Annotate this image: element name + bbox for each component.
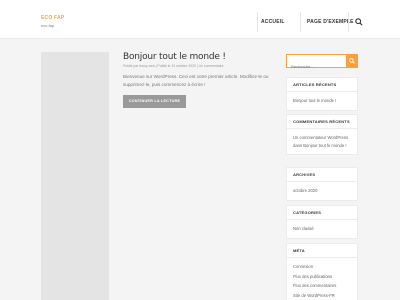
site-title[interactable]: ECO FAP (41, 15, 64, 21)
widget-meta: MÉTA Connexion Flux des publications Flu… (286, 243, 358, 300)
list-item[interactable]: Non classé (293, 225, 351, 233)
widget-title: MÉTA (287, 244, 357, 258)
search-button[interactable] (346, 54, 358, 68)
nav-item-accueil[interactable]: ACCUEIL (261, 19, 285, 25)
featured-image-placeholder[interactable] (41, 52, 109, 300)
site-tagline: eco fap (41, 23, 55, 28)
post-title[interactable]: Bonjour tout le monde ! (123, 52, 226, 62)
widget-recent-posts: ARTICLES RÉCENTS Bonjour tout le monde ! (286, 77, 358, 111)
widget-title: ARTICLES RÉCENTS (287, 78, 357, 92)
nav-divider (257, 12, 258, 32)
search-form (286, 54, 358, 73)
list-item[interactable]: Site de WordPress-FR (293, 292, 351, 300)
widget-categories: CATÉGORIES Non classé (286, 205, 358, 239)
widget-title: ARCHIVES (287, 168, 357, 182)
search-icon[interactable] (355, 18, 363, 26)
list-item[interactable]: octobre 2020 (293, 187, 351, 195)
widget-recent-comments: COMMENTAIRES RÉCENTS Un commentateur Wor… (286, 114, 358, 155)
nav-item-page-exemple[interactable]: PAGE D'EXEMPLE (307, 19, 354, 25)
post-meta: Publié par lecoq-web | Publié le 13 octo… (123, 64, 224, 68)
list-item[interactable]: Un commentateur WordPress dans Bonjour t… (293, 134, 351, 149)
list-item[interactable]: Connexion (293, 263, 351, 271)
post-excerpt: Bienvenue sur WordPress. Ceci est votre … (123, 74, 269, 87)
list-item[interactable]: Flux des commentaires (293, 282, 351, 290)
search-input[interactable] (287, 60, 343, 73)
widget-title: COMMENTAIRES RÉCENTS (287, 115, 357, 129)
list-item[interactable]: Flux des publications (293, 273, 351, 281)
search-icon (349, 58, 355, 64)
widget-title: CATÉGORIES (287, 206, 357, 220)
read-more-button[interactable]: CONTINUER LA LECTURE (123, 95, 186, 108)
list-item[interactable]: Bonjour tout le monde ! (293, 97, 351, 105)
nav-divider (348, 12, 349, 32)
site-header: ECO FAP eco fap ACCUEIL PAGE D'EXEMPLE (0, 0, 400, 39)
nav-divider (300, 12, 301, 32)
widget-archives: ARCHIVES octobre 2020 (286, 167, 358, 201)
